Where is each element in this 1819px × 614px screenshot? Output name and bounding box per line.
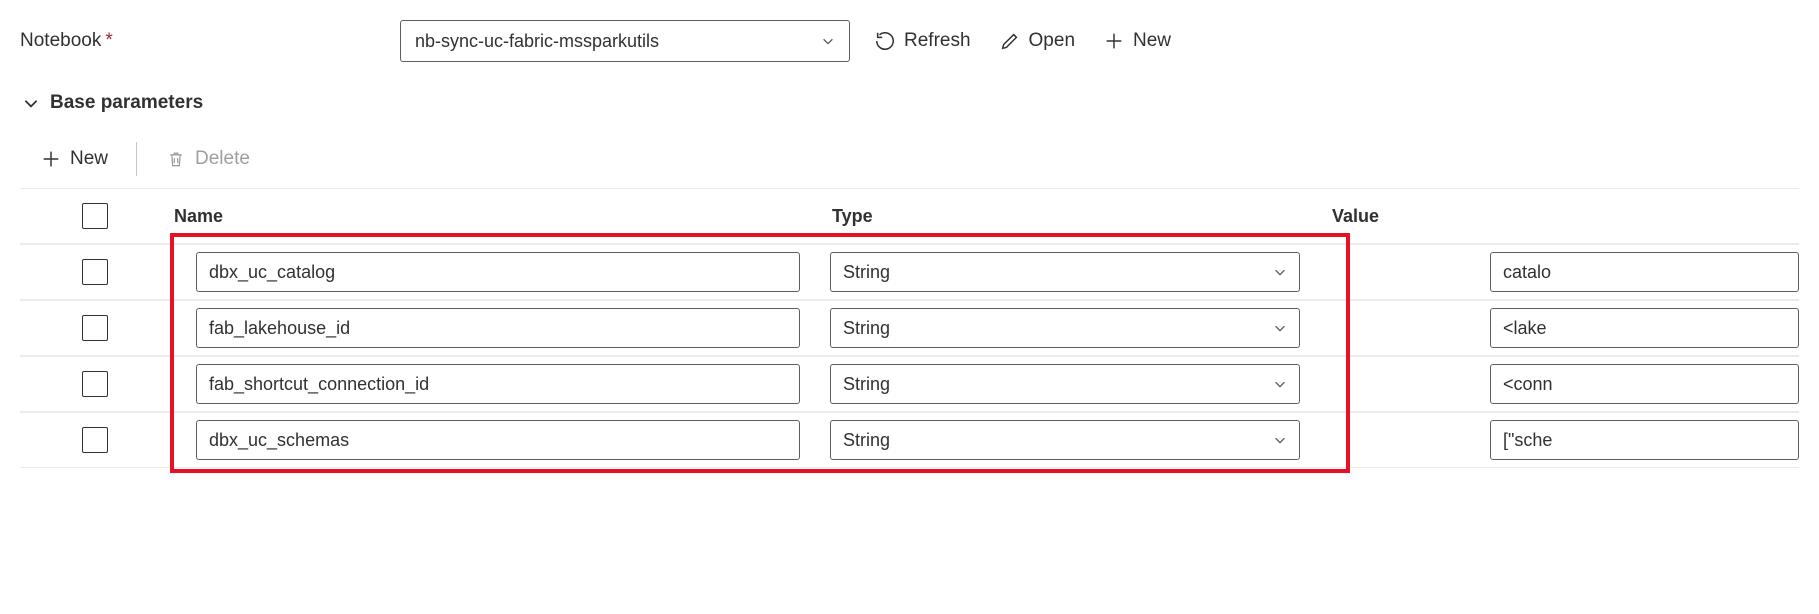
table-header: Name Type Value <box>20 188 1799 244</box>
parameters-table: Name Type Value String String <box>20 188 1799 468</box>
divider <box>136 142 137 176</box>
param-type-select[interactable]: String <box>830 252 1300 292</box>
row-checkbox[interactable] <box>82 259 108 285</box>
param-type-select[interactable]: String <box>830 420 1300 460</box>
open-button[interactable]: Open <box>995 24 1079 58</box>
row-checkbox[interactable] <box>82 427 108 453</box>
chevron-down-icon <box>1273 433 1287 447</box>
chevron-down-icon <box>1273 321 1287 335</box>
refresh-icon <box>874 30 896 52</box>
param-type-select[interactable]: String <box>830 308 1300 348</box>
section-title: Base parameters <box>50 92 203 114</box>
delete-parameter-button[interactable]: Delete <box>161 142 254 176</box>
column-header-name[interactable]: Name <box>170 206 830 227</box>
table-row: String <box>20 244 1799 300</box>
param-name-input[interactable] <box>196 308 800 348</box>
new-parameter-button[interactable]: New <box>36 142 112 176</box>
param-name-input[interactable] <box>196 364 800 404</box>
new-notebook-button[interactable]: New <box>1099 24 1175 58</box>
param-value-input[interactable] <box>1490 308 1799 348</box>
param-value-input[interactable] <box>1490 252 1799 292</box>
required-indicator: * <box>105 30 112 51</box>
notebook-selected-value: nb-sync-uc-fabric-mssparkutils <box>415 31 659 52</box>
param-name-input[interactable] <box>196 420 800 460</box>
param-type-select[interactable]: String <box>830 364 1300 404</box>
param-value-input[interactable] <box>1490 420 1799 460</box>
param-value-input[interactable] <box>1490 364 1799 404</box>
column-header-value[interactable]: Value <box>1330 206 1799 227</box>
row-checkbox[interactable] <box>82 371 108 397</box>
plus-icon <box>40 148 62 170</box>
base-parameters-toggle[interactable]: Base parameters <box>20 92 1799 114</box>
chevron-down-icon <box>821 34 835 48</box>
column-header-type[interactable]: Type <box>830 206 1330 227</box>
select-all-checkbox[interactable] <box>82 203 108 229</box>
table-row: String <box>20 300 1799 356</box>
notebook-dropdown[interactable]: nb-sync-uc-fabric-mssparkutils <box>400 20 850 62</box>
param-name-input[interactable] <box>196 252 800 292</box>
chevron-down-icon <box>1273 377 1287 391</box>
refresh-button[interactable]: Refresh <box>870 24 975 58</box>
pencil-icon <box>999 30 1021 52</box>
plus-icon <box>1103 30 1125 52</box>
table-row: String <box>20 412 1799 468</box>
chevron-down-icon <box>1273 265 1287 279</box>
row-checkbox[interactable] <box>82 315 108 341</box>
table-row: String <box>20 356 1799 412</box>
trash-icon <box>165 148 187 170</box>
chevron-down-icon <box>22 94 40 112</box>
notebook-label: Notebook* <box>20 30 380 52</box>
